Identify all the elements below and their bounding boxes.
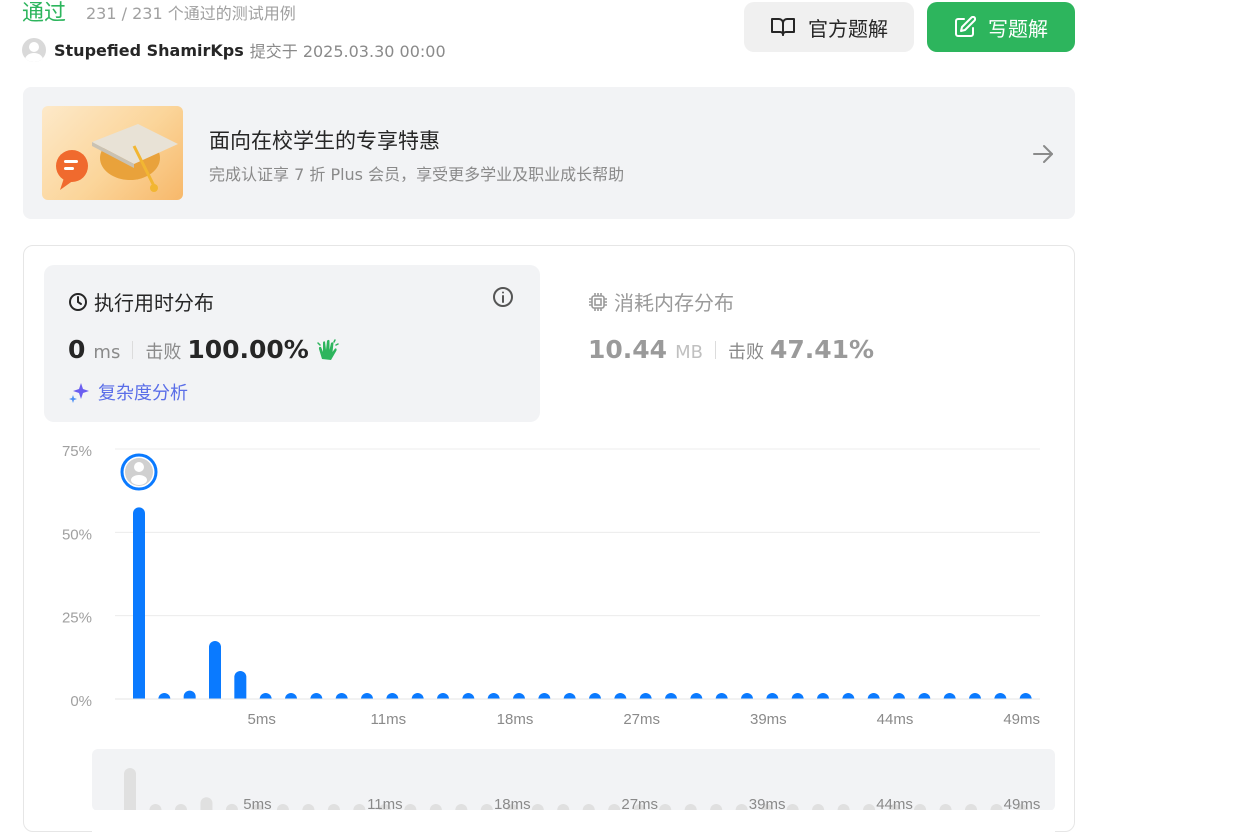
brush-x-tick-label: 39ms: [749, 796, 786, 813]
x-tick-label: 49ms: [1003, 711, 1040, 728]
brush-x-tick-label: 44ms: [876, 796, 913, 813]
x-tick-label: 44ms: [877, 711, 914, 728]
y-tick-label: 0%: [70, 693, 92, 710]
chart-bar[interactable]: [133, 507, 145, 705]
x-tick-label: 39ms: [750, 711, 787, 728]
brush-x-tick-label: 18ms: [494, 796, 531, 813]
x-tick-label: 18ms: [497, 711, 534, 728]
runtime-distribution-chart[interactable]: 75% 50% 25% 0% 5ms 11ms 18ms 27ms 39ms 44ms 49ms 5m…: [0, 0, 1259, 837]
brush-x-tick-label: 11ms: [367, 796, 403, 813]
y-tick-label: 50%: [62, 526, 92, 543]
y-tick-label: 25%: [62, 610, 92, 627]
brush-x-tick-label: 49ms: [1004, 796, 1041, 813]
brush-bar: [124, 768, 136, 816]
brush-mask: [92, 810, 1055, 837]
x-tick-label: 11ms: [371, 711, 407, 728]
avatar-head: [134, 462, 144, 472]
x-tick-label: 27ms: [623, 711, 660, 728]
y-tick-label: 75%: [62, 443, 92, 460]
chart-bar[interactable]: [209, 641, 221, 705]
brush-x-tick-label: 27ms: [621, 796, 658, 813]
x-tick-label: 5ms: [247, 711, 275, 728]
baseline-mask: [115, 699, 1040, 707]
avatar-body: [131, 475, 147, 485]
brush-x-tick-label: 5ms: [243, 796, 271, 813]
